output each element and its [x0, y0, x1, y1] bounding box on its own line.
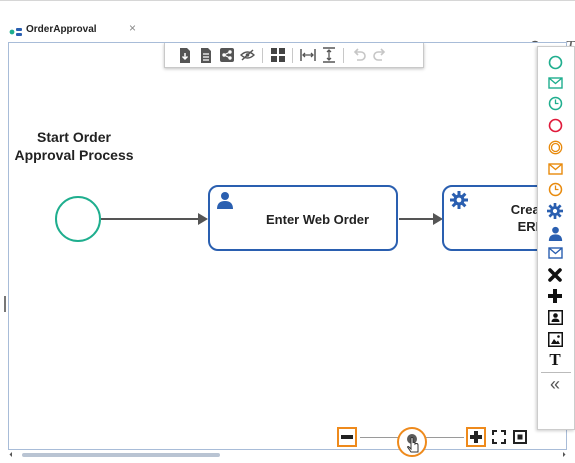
start-event-icon[interactable]	[547, 54, 563, 70]
start-event[interactable]	[55, 196, 101, 242]
horizontal-scrollbar-thumb[interactable]	[22, 453, 220, 457]
splitter-handle[interactable]	[4, 296, 6, 312]
scroll-right-arrow[interactable]	[563, 452, 566, 457]
intermediate-timer-icon[interactable]	[547, 181, 563, 197]
process-icon	[9, 24, 23, 36]
service-task-icon[interactable]	[547, 203, 563, 219]
parallel-gateway-icon[interactable]	[547, 288, 563, 304]
diagram-canvas[interactable]: Start Order Approval Process Enter Web O…	[8, 42, 567, 450]
tab-order-approval[interactable]: OrderApproval ×	[6, 18, 144, 40]
app-window: OrderApproval × T	[0, 0, 575, 463]
timer-start-icon[interactable]	[547, 95, 563, 111]
user-icon	[216, 191, 234, 214]
image-icon[interactable]	[547, 331, 563, 347]
intermediate-event-icon[interactable]	[547, 139, 563, 155]
zoom-out-button[interactable]	[337, 427, 357, 447]
gear-icon	[450, 191, 468, 214]
tab-title: OrderApproval	[26, 23, 97, 35]
user-task-icon[interactable]	[547, 225, 563, 241]
text-icon[interactable]: T	[547, 350, 563, 369]
tab-bar: OrderApproval × T	[0, 18, 575, 56]
fit-to-screen-icon[interactable]	[513, 430, 527, 449]
zoom-in-button[interactable]	[466, 427, 486, 447]
message-start-icon[interactable]	[547, 75, 563, 91]
collapse-icon[interactable]: «	[547, 374, 563, 394]
fullscreen-icon[interactable]	[492, 430, 506, 449]
send-task-icon[interactable]	[547, 245, 563, 261]
task-label: Enter Web Order	[266, 212, 370, 227]
subprocess-icon[interactable]	[547, 309, 563, 325]
end-event-icon[interactable]	[547, 117, 563, 133]
exclusive-gateway-icon[interactable]	[547, 267, 563, 283]
top-border	[0, 0, 575, 1]
task-enter-web-order[interactable]: Enter Web Order	[208, 185, 398, 251]
flow-arrowhead	[198, 213, 208, 225]
intermediate-message-icon[interactable]	[547, 161, 563, 177]
close-icon[interactable]: ×	[129, 21, 136, 35]
element-palette: T «	[537, 46, 575, 430]
scroll-left-arrow[interactable]	[9, 452, 13, 457]
